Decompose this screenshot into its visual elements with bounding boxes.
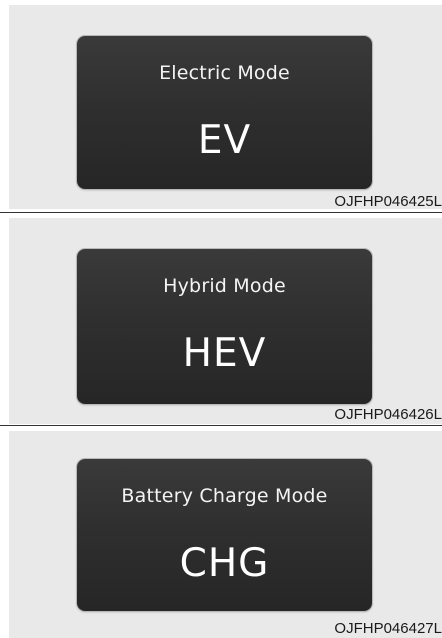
mode-label-hybrid: Hybrid Mode: [163, 275, 286, 297]
figure-hev-panel: Hybrid Mode HEV: [9, 218, 442, 424]
divider: [0, 212, 442, 213]
divider: [0, 425, 442, 426]
mode-label-battery-charge: Battery Charge Mode: [121, 485, 328, 507]
figure-code-3: OJFHP046427L: [334, 620, 442, 637]
cluster-display-ev: Electric Mode EV: [77, 36, 372, 189]
mode-label-electric: Electric Mode: [159, 62, 290, 84]
mode-code-hev: HEV: [182, 331, 267, 376]
figure-ev-panel: Electric Mode EV: [9, 5, 442, 209]
mode-code-ev: EV: [197, 118, 252, 163]
figure-chg-panel: Battery Charge Mode CHG: [9, 431, 442, 638]
mode-code-chg: CHG: [179, 541, 270, 586]
figure-code-1: OJFHP046425L: [334, 193, 442, 210]
cluster-display-hev: Hybrid Mode HEV: [77, 249, 372, 404]
figure-code-2: OJFHP046426L: [334, 406, 442, 423]
cluster-display-chg: Battery Charge Mode CHG: [77, 459, 372, 611]
